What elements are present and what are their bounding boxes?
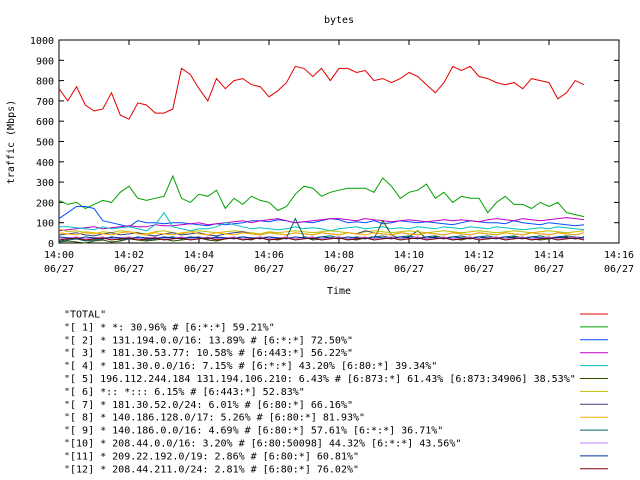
legend-label-9: "[ 9] * 140.186.0.0/16: 4.69% # [6:80:*]…	[64, 426, 443, 437]
plot-frame	[58, 39, 620, 244]
y-tick-label: 100	[36, 219, 54, 230]
y-tick-label: 500	[36, 138, 54, 149]
legend-label-11: "[11] * 209.22.192.0/19: 2.86% # [6:80:*…	[64, 451, 359, 462]
legend-label-12: "[12] * 208.44.211.0/24: 2.81% # [6:80:*…	[64, 464, 359, 475]
x-tick-time: 14:16	[604, 250, 634, 261]
x-axis-label: Time	[327, 286, 351, 297]
x-tick-date: 06/27	[324, 264, 354, 275]
legend-label-4: "[ 4] * 181.30.0.0/16: 7.15% # [6:*:*] 4…	[64, 361, 437, 372]
y-axis-label: traffic (Mbps)	[6, 100, 17, 184]
legend-label-8: "[ 8] * 140.186.128.0/17: 5.26% # [6:80:…	[64, 413, 365, 424]
x-tick-time: 14:02	[114, 250, 144, 261]
series-line-0	[58, 65, 585, 120]
series-line-9	[58, 217, 585, 242]
legend: "TOTAL""[ 1] * *: 30.96% # [6:*:*] 59.21…	[64, 310, 608, 475]
legend-label-7: "[ 7] * 181.30.52.0/24: 6.01% # [6:80:*]…	[64, 400, 353, 411]
y-tick-label: 800	[36, 77, 54, 88]
x-tick-date: 06/27	[114, 264, 144, 275]
legend-label-2: "[ 2] * 131.194.0.0/16: 13.89% # [6:*:*]…	[64, 335, 353, 346]
x-tick-time: 14:06	[254, 250, 284, 261]
y-tick-label: 400	[36, 158, 54, 169]
x-tick-time: 14:04	[184, 250, 214, 261]
legend-label-0: "TOTAL"	[64, 310, 106, 321]
x-tick-time: 14:10	[394, 250, 424, 261]
x-tick-date: 06/27	[464, 264, 494, 275]
series-line-1	[58, 174, 585, 218]
y-tick-label: 900	[36, 56, 54, 67]
x-tick-time: 14:08	[324, 250, 354, 261]
traffic-chart: bytes traffic (Mbps) Time 0 100 200 300 400 5…	[6, 15, 634, 475]
chart-title: bytes	[324, 15, 354, 26]
legend-label-3: "[ 3] * 181.30.53.77: 10.58% # [6:443:*]…	[64, 348, 353, 359]
y-tick-label: 600	[36, 117, 54, 128]
x-tick-time: 14:14	[534, 250, 564, 261]
legend-label-10: "[10] * 208.44.0.0/16: 3.20% # [6:80:500…	[64, 439, 461, 450]
y-axis-ticks: 0 100 200 300 400 500 600 700 800 900 1000	[30, 36, 619, 250]
series-lines	[58, 65, 585, 244]
legend-label-6: "[ 6] *:: *::: 6.15% # [6:443:*] 52.83%"	[64, 387, 305, 398]
x-tick-date: 06/27	[44, 264, 74, 275]
legend-label-1: "[ 1] * *: 30.96% # [6:*:*] 59.21%"	[64, 322, 275, 333]
series-line-4	[59, 211, 585, 232]
x-tick-time: 14:00	[44, 250, 74, 261]
x-tick-date: 06/27	[394, 264, 424, 275]
x-tick-time: 14:12	[464, 250, 494, 261]
legend-label-5: "[ 5] 196.112.244.184 131.194.106.210: 6…	[64, 374, 576, 385]
y-tick-label: 0	[48, 239, 54, 250]
x-tick-date: 06/27	[184, 264, 214, 275]
x-tick-date: 06/27	[534, 264, 564, 275]
series-line-2	[58, 206, 585, 228]
y-tick-label: 200	[36, 198, 54, 209]
y-tick-label: 700	[36, 97, 54, 108]
y-tick-label: 1000	[30, 36, 54, 47]
x-tick-date: 06/27	[254, 264, 284, 275]
y-tick-label: 300	[36, 178, 54, 189]
x-tick-date: 06/27	[604, 264, 634, 275]
